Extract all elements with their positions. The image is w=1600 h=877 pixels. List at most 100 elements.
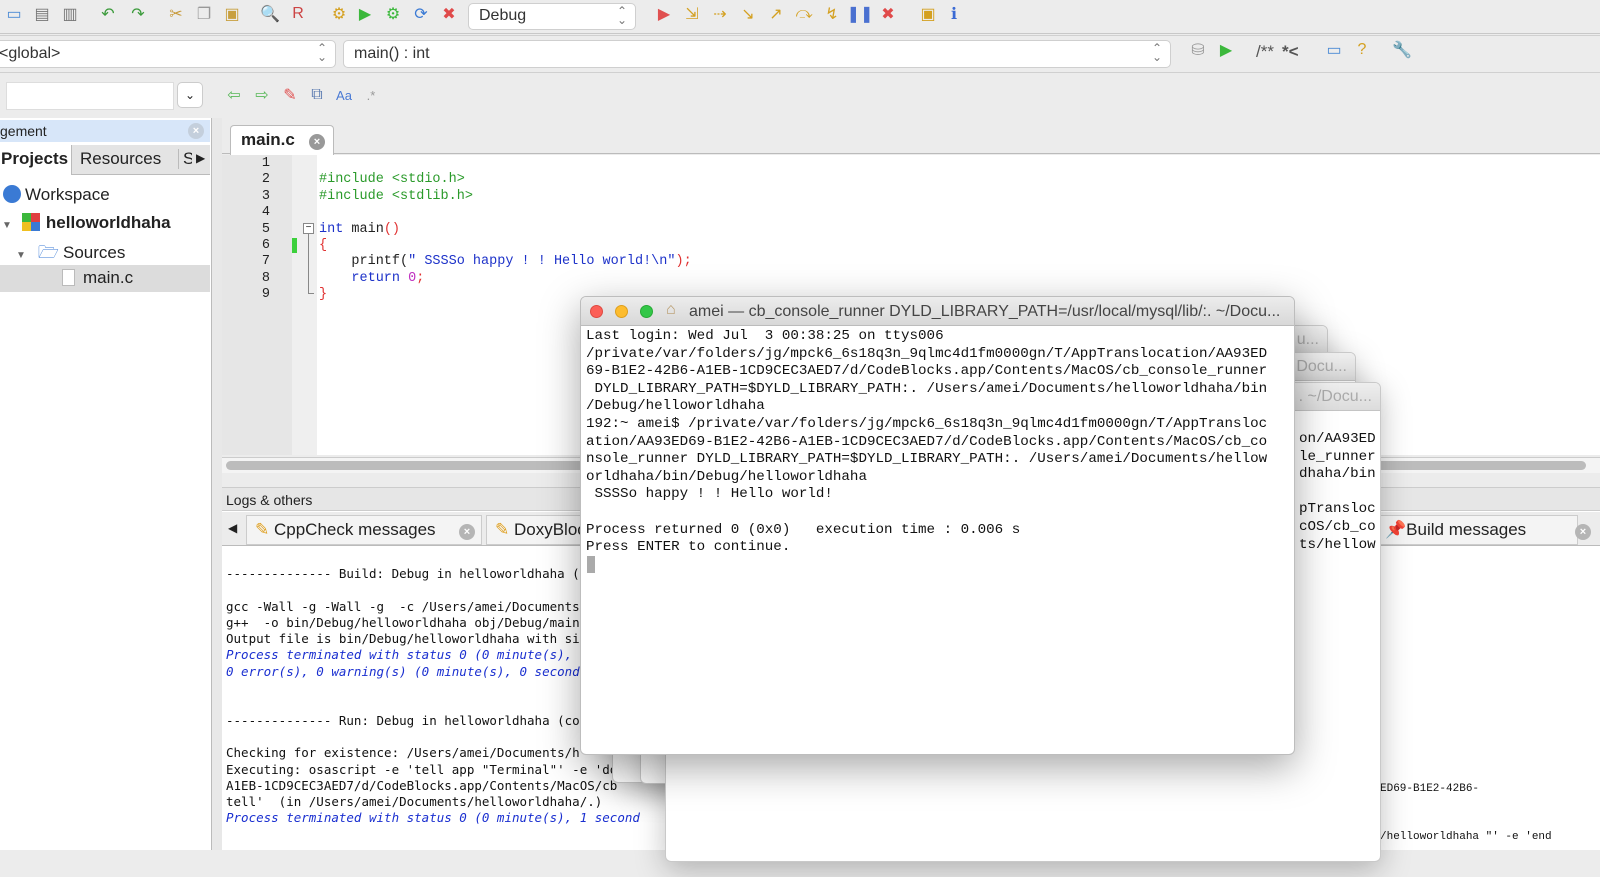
open-icon[interactable]: ▭ bbox=[4, 4, 24, 24]
step-into-icon[interactable]: ↘ bbox=[738, 4, 758, 24]
build-and-run-icon[interactable]: ⚙ bbox=[383, 4, 403, 24]
log-line: Executing: osascript -e 'tell app "Termi… bbox=[226, 761, 618, 777]
note-pencil-icon: ✎ bbox=[495, 520, 510, 539]
code-line-8: } bbox=[319, 287, 328, 303]
scope-select[interactable]: <global> ⌃ ⌄ bbox=[0, 40, 336, 68]
zoom-window-button[interactable] bbox=[640, 305, 653, 318]
search-input[interactable] bbox=[6, 82, 174, 110]
close-panel-icon[interactable]: × bbox=[188, 123, 204, 139]
keyword: int bbox=[319, 221, 344, 237]
search-history-dropdown[interactable]: ⌄ bbox=[177, 82, 203, 108]
line-number: 5 bbox=[261, 221, 270, 237]
block-comment-button[interactable]: /** bbox=[1256, 42, 1274, 62]
next-instruction-icon[interactable]: ⤼ bbox=[794, 4, 814, 24]
tab-cppcheck-messages[interactable]: ✎ CppCheck messages × bbox=[246, 515, 482, 545]
next-line-icon[interactable]: ⇢ bbox=[710, 4, 730, 24]
run-to-cursor-icon[interactable]: ⇲ bbox=[682, 4, 702, 24]
function-select[interactable]: main() : int ⌃ ⌄ bbox=[343, 40, 1171, 68]
extract-docs-icon[interactable]: ▶ bbox=[1216, 40, 1236, 60]
rebuild-icon[interactable]: ⟳ bbox=[411, 4, 431, 24]
code-text[interactable]: #include <stdio.h> #include <stdlib.h> i… bbox=[319, 156, 692, 304]
debug-windows-icon[interactable]: ▣ bbox=[918, 4, 938, 24]
info-icon[interactable]: ℹ bbox=[944, 4, 964, 24]
fold-line bbox=[308, 234, 314, 294]
abort-icon[interactable]: ✖ bbox=[439, 4, 459, 24]
build-toolbar: ⚙ ▶ ⚙ ⟳ ✖ Debug ⌃ ⌄ bbox=[325, 3, 640, 30]
regex-icon[interactable]: .* bbox=[361, 85, 381, 105]
code-punct: ); bbox=[675, 254, 692, 270]
close-tab-icon[interactable]: × bbox=[459, 524, 475, 540]
step-out-icon[interactable]: ↗ bbox=[766, 4, 786, 24]
paste-icon[interactable]: ▣ bbox=[222, 4, 242, 24]
build-log-right-fragment: ED69-B1E2-42B6- /helloworldhaha "' -e 'e… bbox=[1380, 749, 1552, 877]
log-line: Checking for existence: /Users/amei/Docu… bbox=[226, 745, 580, 761]
collapse-arrow-icon[interactable]: ▼ bbox=[16, 250, 26, 261]
terminal-cursor bbox=[587, 556, 595, 573]
chm-help-icon[interactable]: ? bbox=[1352, 40, 1372, 60]
selected-text-only-icon[interactable]: ⧉ bbox=[307, 85, 327, 105]
tab-resources[interactable]: Resources bbox=[80, 149, 161, 169]
build-target-select[interactable]: Debug ⌃ ⌄ bbox=[468, 3, 636, 30]
close-tab-icon[interactable]: × bbox=[309, 134, 325, 150]
debug-start-icon[interactable]: ▶ bbox=[654, 4, 674, 24]
undo-icon[interactable]: ↶ bbox=[98, 4, 118, 24]
editor-tab-main-c[interactable]: main.c × bbox=[230, 125, 334, 155]
tab-build-messages[interactable]: 📌Build messages × bbox=[1378, 515, 1591, 545]
tree-workspace[interactable]: Workspace bbox=[3, 185, 110, 205]
terminal-titlebar[interactable]: ⌂ amei — cb_console_runner DYLD_LIBRARY_… bbox=[581, 297, 1294, 326]
code-line-7: return 0; bbox=[319, 271, 424, 286]
terminal-output[interactable]: Last login: Wed Jul 3 00:38:25 on ttys00… bbox=[581, 326, 1294, 559]
save-icon[interactable]: ▤ bbox=[32, 4, 52, 24]
log-line: g++ -o bin/Debug/helloworldhaha obj/Debu… bbox=[226, 614, 580, 630]
preferences-wrench-icon[interactable]: 🔧 bbox=[1392, 40, 1412, 60]
close-tab-icon[interactable]: × bbox=[1575, 524, 1591, 540]
find-next-icon[interactable]: ⇨ bbox=[252, 85, 272, 105]
collapse-arrow-icon[interactable]: ▼ bbox=[2, 220, 12, 231]
cut-icon[interactable]: ✂ bbox=[166, 4, 186, 24]
replace-icon[interactable]: R bbox=[288, 4, 308, 24]
minimize-window-button[interactable] bbox=[615, 305, 628, 318]
stop-debug-icon[interactable]: ✖ bbox=[878, 4, 898, 24]
log-line: Process terminated with status 0 (0 minu… bbox=[226, 647, 573, 663]
terminal-window[interactable]: ⌂ amei — cb_console_runner DYLD_LIBRARY_… bbox=[580, 296, 1295, 755]
line-number: 6 bbox=[261, 238, 270, 254]
management-tabs: Projects Resources S ▶ bbox=[0, 145, 210, 175]
log-line: gcc -Wall -g -Wall -g -c /Users/amei/Doc… bbox=[226, 598, 580, 614]
log-line: -------------- Build: Debug in helloworl… bbox=[226, 566, 580, 581]
find-previous-icon[interactable]: ⇦ bbox=[224, 85, 244, 105]
step-into-instruction-icon[interactable]: ↯ bbox=[822, 4, 842, 24]
tree-label: Sources bbox=[63, 243, 126, 262]
fold-toggle-icon[interactable]: − bbox=[303, 223, 314, 234]
build-log[interactable]: -------------- Build: Debug in helloworl… bbox=[226, 566, 640, 827]
close-window-button[interactable] bbox=[590, 305, 603, 318]
tabs-scroll-left-icon[interactable]: ◀ bbox=[228, 521, 237, 535]
tree-project[interactable]: ▼ helloworldhaha bbox=[2, 213, 171, 233]
build-gear-icon[interactable]: ⚙ bbox=[329, 4, 349, 24]
management-panel: gement × Projects Resources S ▶ Workspac… bbox=[0, 118, 212, 850]
pause-icon[interactable]: ❚❚ bbox=[847, 4, 874, 24]
tab-symbols[interactable]: S bbox=[178, 149, 192, 169]
redo-icon[interactable]: ↷ bbox=[128, 4, 148, 24]
doxywizard-icon[interactable]: ⛁ bbox=[1188, 40, 1208, 60]
run-icon[interactable]: ▶ bbox=[355, 4, 375, 24]
save-all-icon[interactable]: ▥ bbox=[60, 4, 80, 24]
tab-scroll-right-icon[interactable]: ▶ bbox=[196, 151, 205, 165]
find-icon[interactable]: 🔍 bbox=[260, 4, 280, 24]
home-icon: ⌂ bbox=[666, 301, 676, 318]
html-docs-icon[interactable]: ▭ bbox=[1324, 40, 1344, 60]
tab-projects[interactable]: Projects bbox=[0, 145, 72, 175]
scope-value: <global> bbox=[0, 45, 61, 62]
code-line-2: #include <stdlib.h> bbox=[319, 188, 473, 204]
highlight-icon[interactable]: ✎ bbox=[280, 85, 300, 105]
left-splitter[interactable] bbox=[212, 118, 222, 850]
match-case-icon[interactable]: Aa bbox=[334, 85, 354, 105]
copy-icon[interactable]: ❐ bbox=[194, 4, 214, 24]
tree-file-main-c[interactable]: main.c bbox=[0, 265, 210, 292]
code-line-6: printf(" SSSSo happy ! ! Hello world!\n"… bbox=[319, 254, 692, 270]
paren: () bbox=[383, 221, 401, 237]
line-comment-button[interactable]: *< bbox=[1282, 42, 1299, 62]
